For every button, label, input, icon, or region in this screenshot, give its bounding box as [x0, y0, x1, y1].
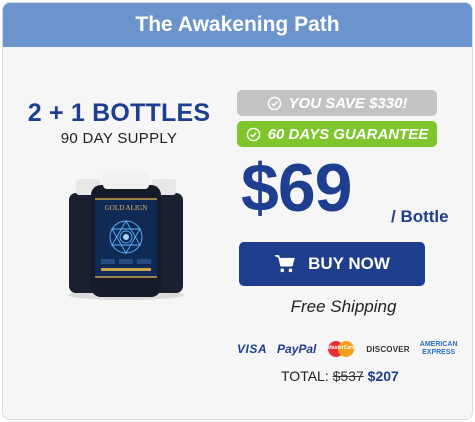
card-title: The Awakening Path	[3, 3, 472, 47]
check-circle-icon	[246, 127, 260, 141]
check-circle-icon	[267, 96, 281, 110]
supply-label: 90 DAY SUPPLY	[60, 130, 178, 147]
total-discounted-price: $207	[367, 368, 399, 384]
product-bottles-image: GOLD ALIGN	[68, 171, 184, 300]
mastercard-logo: MasterCard	[326, 340, 356, 358]
buy-now-label: BUY NOW	[308, 254, 390, 273]
savings-text: YOU SAVE $330!	[288, 94, 408, 112]
offer-card: The Awakening Path 2 + 1 BOTTLES 90 DAY …	[2, 2, 473, 420]
guarantee-text: 60 DAYS GUARANTEE	[267, 125, 429, 143]
bottle-brand: GOLD ALIGN	[105, 204, 148, 212]
buy-now-button[interactable]: BUY NOW	[239, 242, 425, 286]
price: $69	[241, 150, 352, 226]
shopping-cart-icon	[275, 255, 295, 273]
total-line: TOTAL: $537 $207	[281, 368, 472, 384]
payment-methods: VISA PayPal MasterCard DISCOVER AMERICAN…	[237, 339, 472, 359]
shipping-label: Free Shipping	[290, 297, 397, 316]
price-row: $69 / Bottle	[237, 150, 472, 235]
amex-logo: AMERICAN EXPRESS	[419, 341, 458, 356]
bottles-count: 2 + 1 BOTTLES	[27, 99, 211, 127]
product-panel: 2 + 1 BOTTLES 90 DAY SUPPLY GOLD ALIGN	[3, 47, 235, 419]
visa-logo: VISA	[237, 342, 268, 356]
pricing-panel: YOU SAVE $330! 60 DAYS GUARANTEE $69 / B…	[237, 47, 472, 419]
discover-logo: DISCOVER	[366, 344, 410, 354]
guarantee-badge: 60 DAYS GUARANTEE	[237, 121, 437, 147]
savings-badge: YOU SAVE $330!	[237, 90, 437, 116]
total-original-price: $537	[332, 368, 364, 384]
paypal-logo: PayPal	[277, 342, 317, 356]
per-bottle-label: / Bottle	[391, 207, 449, 226]
total-label: TOTAL:	[281, 368, 329, 384]
